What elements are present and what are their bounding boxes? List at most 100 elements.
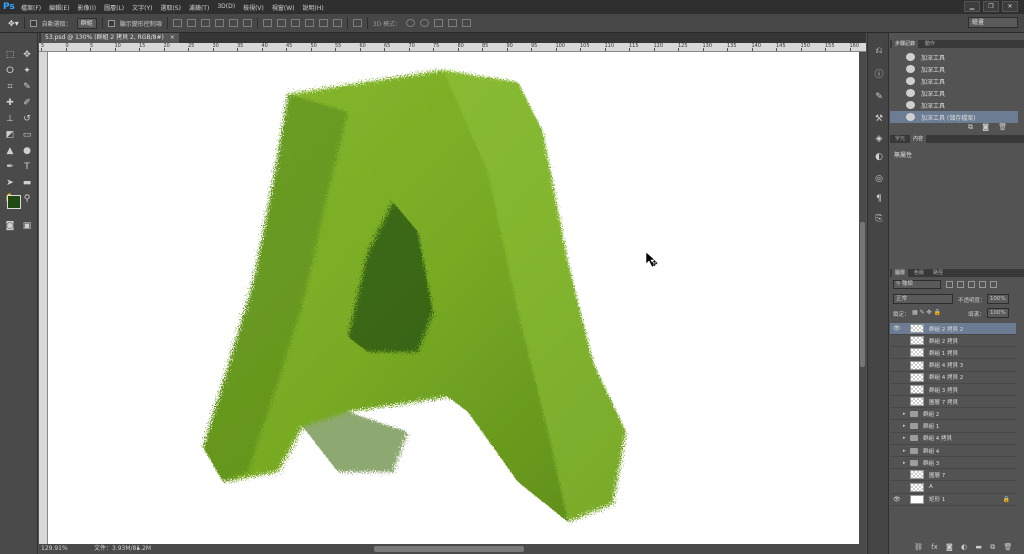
lasso-tool-icon[interactable]: ⵔ bbox=[3, 64, 17, 78]
expand-triangle-icon[interactable]: ▸ bbox=[903, 423, 908, 429]
layer-filter-dropdown[interactable]: ⚲ 種類 bbox=[893, 280, 941, 289]
move-tool-icon[interactable]: ✥ bbox=[20, 48, 34, 62]
layer-row[interactable]: ▸ 群組 2 bbox=[890, 408, 1016, 421]
new-layer-icon[interactable]: ⧉ bbox=[990, 543, 995, 551]
gradient-tool-icon[interactable]: ▭ bbox=[20, 128, 34, 142]
brush-panel-icon[interactable]: ✎ bbox=[873, 91, 885, 103]
3d-slide-icon[interactable] bbox=[448, 19, 458, 27]
new-document-from-state-icon[interactable]: ⧉ bbox=[968, 123, 973, 131]
tab-channels[interactable]: 色版 bbox=[911, 269, 927, 277]
lock-all-icon[interactable]: 🔒 bbox=[934, 309, 941, 316]
expand-triangle-icon[interactable]: ▸ bbox=[903, 448, 908, 454]
menu-item[interactable]: 濾鏡(T) bbox=[189, 3, 209, 12]
vertical-scroll-thumb[interactable] bbox=[860, 222, 865, 367]
history-state[interactable]: 加深工具 bbox=[890, 87, 1018, 99]
3d-roll-icon[interactable] bbox=[420, 19, 430, 27]
opacity-input[interactable]: 100% bbox=[987, 294, 1009, 304]
tool-presets-icon[interactable]: ⚒ bbox=[873, 113, 885, 125]
lock-transparent-icon[interactable]: ▦ bbox=[912, 309, 918, 316]
distribute-left-icon[interactable] bbox=[304, 19, 314, 27]
history-state[interactable]: 加深工具 bbox=[890, 51, 1018, 63]
filter-shape-icon[interactable] bbox=[979, 281, 986, 288]
clone-source-icon[interactable]: ⎘ bbox=[873, 213, 885, 225]
clone-stamp-tool-icon[interactable]: ⊥ bbox=[3, 112, 17, 126]
distribute-right-icon[interactable] bbox=[332, 19, 342, 27]
tab-character[interactable]: 字元 bbox=[892, 135, 908, 143]
align-right-icon[interactable] bbox=[242, 19, 252, 27]
layer-row[interactable]: 👁 群組 2 拷貝 2 bbox=[890, 323, 1016, 335]
menu-item[interactable]: 編輯(E) bbox=[49, 3, 69, 12]
history-brush-tool-icon[interactable]: ↺ bbox=[20, 112, 34, 126]
menu-item[interactable]: 選取(S) bbox=[160, 3, 181, 12]
zoom-tool-icon[interactable]: ⚲ bbox=[20, 192, 34, 206]
menu-item[interactable]: 說明(H) bbox=[303, 3, 324, 12]
history-state[interactable]: 加深工具 (儲存檔案) bbox=[890, 111, 1018, 123]
3d-scale-icon[interactable] bbox=[462, 19, 472, 27]
3d-rotate-icon[interactable] bbox=[406, 19, 416, 27]
minimize-button[interactable]: ▁ bbox=[964, 1, 980, 12]
pen-tool-icon[interactable]: ✒ bbox=[3, 160, 17, 174]
type-tool-icon[interactable]: T bbox=[20, 160, 34, 174]
show-transform-checkbox[interactable] bbox=[107, 19, 115, 27]
auto-select-checkbox[interactable] bbox=[29, 19, 37, 27]
dodge-tool-icon[interactable]: ● bbox=[20, 144, 34, 158]
layer-row[interactable]: 群組 1 拷貝 bbox=[890, 347, 1016, 360]
blend-mode-dropdown[interactable]: 正常 bbox=[893, 294, 953, 304]
lock-position-icon[interactable]: ✥ bbox=[927, 309, 932, 316]
layer-row[interactable]: 圖層 7 bbox=[890, 469, 1016, 482]
layer-row[interactable]: 群組 3 拷貝 bbox=[890, 384, 1016, 396]
history-state[interactable]: 加深工具 bbox=[890, 63, 1018, 75]
align-vcenter-icon[interactable] bbox=[186, 19, 196, 27]
layer-row[interactable]: 圖層 7 拷貝 bbox=[890, 396, 1016, 409]
tab-properties[interactable]: 內容 bbox=[910, 135, 927, 143]
distribute-hcenter-icon[interactable] bbox=[318, 19, 328, 27]
vertical-scrollbar[interactable] bbox=[859, 52, 866, 544]
distribute-bottom-icon[interactable] bbox=[290, 19, 300, 27]
screen-mode-icon[interactable]: ▣ bbox=[20, 219, 34, 233]
tab-layers[interactable]: 圖層 bbox=[892, 269, 909, 277]
layer-row[interactable]: ▸ 群組 1 bbox=[890, 421, 1016, 433]
new-group-icon[interactable]: ▬ bbox=[975, 543, 982, 551]
align-left-icon[interactable] bbox=[214, 19, 224, 27]
quick-mask-icon[interactable]: ◙ bbox=[3, 219, 17, 233]
align-hcenter-icon[interactable] bbox=[228, 19, 238, 27]
history-state[interactable]: 加深工具 bbox=[890, 99, 1018, 111]
blur-tool-icon[interactable]: ▲ bbox=[3, 144, 17, 158]
zoom-level[interactable]: 129.91% bbox=[41, 544, 68, 554]
path-selection-tool-icon[interactable]: ➤ bbox=[3, 176, 17, 190]
adjustment-layer-icon[interactable]: ◐ bbox=[961, 543, 967, 551]
filter-adjustment-icon[interactable] bbox=[957, 281, 964, 288]
expand-triangle-icon[interactable]: ▸ bbox=[903, 460, 908, 466]
menu-item[interactable]: 視窗(W) bbox=[272, 3, 295, 12]
restore-button[interactable]: ❐ bbox=[983, 1, 999, 12]
filter-pixel-icon[interactable] bbox=[946, 281, 953, 288]
tab-paths[interactable]: 路徑 bbox=[930, 269, 946, 277]
auto-align-icon[interactable] bbox=[352, 19, 362, 27]
healing-brush-tool-icon[interactable]: ✚ bbox=[3, 96, 17, 110]
align-bottom-icon[interactable] bbox=[200, 19, 210, 27]
foreground-color-swatch[interactable] bbox=[7, 195, 21, 209]
layer-row[interactable]: 群組 4 拷貝 2 bbox=[890, 372, 1016, 384]
history-state[interactable]: 加深工具 bbox=[890, 75, 1018, 87]
info-panel-icon[interactable]: ⓘ bbox=[873, 69, 885, 81]
distribute-vcenter-icon[interactable] bbox=[276, 19, 286, 27]
eyedropper-tool-icon[interactable]: ✎ bbox=[20, 80, 34, 94]
distribute-top-icon[interactable] bbox=[262, 19, 272, 27]
magic-wand-tool-icon[interactable]: ✦ bbox=[20, 64, 34, 78]
layer-row[interactable]: 👁 矩形 1 🔒 bbox=[890, 494, 1016, 506]
menu-item[interactable]: 影像(I) bbox=[78, 3, 96, 12]
menu-item[interactable]: 文字(Y) bbox=[132, 3, 152, 12]
snapshot-icon[interactable]: ◙ bbox=[982, 123, 989, 131]
menu-item[interactable]: 檔案(F) bbox=[21, 3, 41, 12]
tab-history[interactable]: 步驟記錄 bbox=[892, 40, 919, 48]
3d-drag-icon[interactable] bbox=[434, 19, 444, 27]
layer-row[interactable]: ▸ 群組 4 bbox=[890, 445, 1016, 457]
filter-smart-icon[interactable] bbox=[990, 281, 997, 288]
expand-triangle-icon[interactable]: ▸ bbox=[903, 435, 908, 441]
close-tab-icon[interactable]: × bbox=[170, 34, 175, 41]
menu-item[interactable]: 3D(D) bbox=[217, 3, 235, 12]
layer-row[interactable]: ▸ 群組 4 拷貝 bbox=[890, 433, 1016, 445]
expand-triangle-icon[interactable]: ▸ bbox=[903, 411, 908, 417]
layer-row[interactable]: 群組 2 拷貝 bbox=[890, 335, 1016, 348]
adjustments-icon[interactable]: ◐ bbox=[873, 151, 885, 163]
